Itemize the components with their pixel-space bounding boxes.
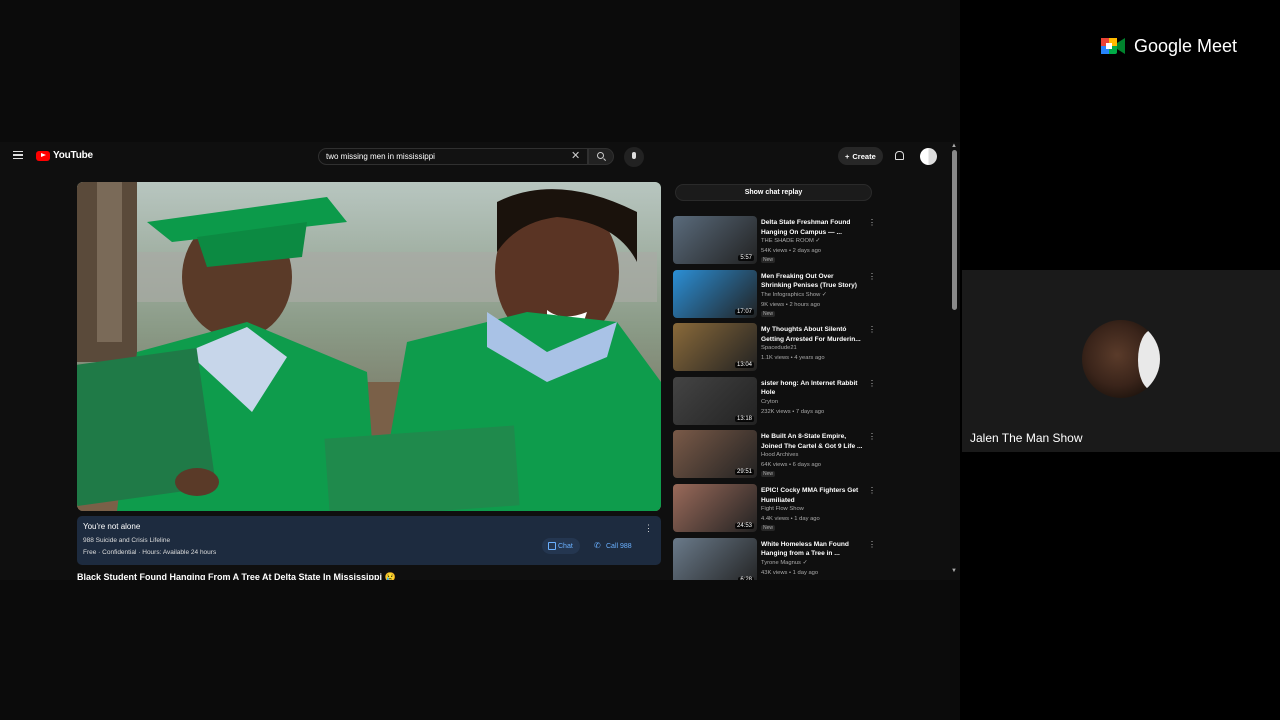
hamburger-menu-icon[interactable] bbox=[13, 151, 23, 159]
recommendation-channel[interactable]: Fight Flow Show bbox=[761, 506, 804, 512]
clear-search-icon[interactable]: ✕ bbox=[571, 150, 580, 162]
recommendation-title[interactable]: My Thoughts About Silentó Getting Arrest… bbox=[761, 325, 863, 344]
new-badge: New bbox=[761, 471, 776, 478]
youtube-play-icon bbox=[36, 150, 50, 161]
recommendation-stats: 9K views • 2 hours ago bbox=[761, 301, 821, 308]
show-chat-replay-button[interactable]: Show chat replay bbox=[675, 184, 872, 201]
create-button[interactable]: + Create bbox=[838, 147, 883, 165]
new-badge: New bbox=[761, 257, 776, 263]
more-actions-icon[interactable]: ⋮ bbox=[868, 325, 876, 334]
search-icon bbox=[597, 152, 604, 159]
recommendation-stats: 54K views • 2 days ago bbox=[761, 248, 822, 254]
recommendation-title[interactable]: White Homeless Man Found Hanging from a … bbox=[761, 540, 863, 559]
video-title: Black Student Found Hanging From A Tree … bbox=[77, 572, 396, 580]
more-actions-icon[interactable]: ⋮ bbox=[868, 218, 876, 227]
recommendation-thumbnail[interactable]: 24:53 bbox=[673, 484, 757, 532]
recommendation-title[interactable]: sister hong: An Internet Rabbit Hole bbox=[761, 379, 863, 398]
recommendation-thumbnail[interactable]: 13:18 bbox=[673, 376, 757, 425]
google-meet-logo: Google Meet bbox=[1100, 35, 1237, 57]
youtube-logo[interactable]: YouTube bbox=[36, 150, 93, 161]
crisis-details: Free · Confidential · Hours: Available 2… bbox=[83, 549, 217, 556]
meet-brand-text: Google Meet bbox=[1134, 35, 1238, 56]
recommendation-thumbnail[interactable]: 17:07 bbox=[673, 269, 757, 318]
crisis-heading: You're not alone bbox=[83, 522, 141, 531]
recommendation-stats: 64K views • 6 days ago bbox=[761, 462, 822, 469]
crisis-chat-button[interactable]: Chat bbox=[542, 538, 580, 554]
video-duration: 6:28 bbox=[738, 576, 754, 580]
more-actions-icon[interactable]: ⋮ bbox=[868, 272, 876, 281]
meet-camera-icon bbox=[1100, 35, 1126, 57]
youtube-logo-text: YouTube bbox=[53, 150, 93, 161]
search-button[interactable] bbox=[588, 148, 614, 165]
account-avatar[interactable] bbox=[920, 148, 937, 165]
recommendation-title[interactable]: Delta State Freshman Found Hanging On Ca… bbox=[761, 218, 863, 237]
recommendation-item[interactable]: 13:04 My Thoughts About Silentó Getting A… bbox=[673, 323, 876, 373]
recommendation-stats: 4.4K views • 1 day ago bbox=[761, 516, 820, 522]
crisis-lifeline-link[interactable]: 988 Suicide and Crisis Lifeline bbox=[83, 537, 170, 544]
recommendation-item[interactable]: 24:53 EPIC! Cocky MMA Fighters Get Humili… bbox=[673, 484, 876, 534]
scrollbar-thumb[interactable] bbox=[952, 150, 957, 310]
recommendation-thumbnail[interactable]: 13:04 bbox=[673, 323, 757, 372]
participant-name: Jalen The Man Show bbox=[970, 431, 1083, 445]
video-duration: 24:53 bbox=[734, 523, 754, 529]
scroll-down-arrow-icon[interactable]: ▼ bbox=[951, 568, 957, 574]
recommendation-thumbnail[interactable]: 29:51 bbox=[673, 430, 757, 479]
recommendation-item[interactable]: 17:07 Men Freaking Out Over Shrinking Pen… bbox=[673, 269, 876, 320]
recommendation-thumbnail[interactable]: 6:28 bbox=[673, 537, 757, 580]
notifications-bell-icon[interactable] bbox=[895, 151, 904, 160]
recommendation-title[interactable]: Men Freaking Out Over Shrinking Penises … bbox=[761, 272, 863, 291]
video-player[interactable] bbox=[77, 182, 661, 511]
recommendation-item[interactable]: 29:51 He Built An 8-State Empire, Joined … bbox=[673, 430, 876, 480]
video-duration: 29:51 bbox=[734, 469, 754, 476]
video-frame-graduates bbox=[77, 182, 661, 511]
recommendation-channel[interactable]: Cryton bbox=[761, 399, 778, 405]
create-label: Create bbox=[852, 151, 876, 161]
plus-icon: + bbox=[845, 151, 850, 161]
recommendation-stats: 1.1K views • 4 years ago bbox=[761, 355, 825, 362]
recommendation-channel[interactable]: THE SHADE ROOM ✓ bbox=[761, 238, 820, 244]
video-duration: 5:57 bbox=[738, 255, 754, 261]
new-badge: New bbox=[761, 525, 776, 531]
crisis-info-panel: You're not alone 988 Suicide and Crisis … bbox=[77, 516, 661, 565]
recommendation-title[interactable]: EPIC! Cocky MMA Fighters Get Humiliated bbox=[761, 486, 863, 505]
voice-search-mic-icon[interactable] bbox=[624, 147, 644, 167]
more-actions-icon[interactable]: ⋮ bbox=[868, 540, 876, 549]
video-duration: 17:07 bbox=[734, 308, 754, 315]
scroll-up-arrow-icon[interactable]: ▲ bbox=[951, 143, 957, 149]
recommendation-channel[interactable]: Hood Archives bbox=[761, 452, 798, 458]
shared-screen-youtube: YouTube two missing men in mississippi ✕… bbox=[0, 142, 960, 580]
recommendation-channel[interactable]: The Infographics Show ✓ bbox=[761, 292, 827, 298]
more-actions-icon[interactable]: ⋮ bbox=[868, 379, 876, 388]
crisis-call-button[interactable]: Call 988 bbox=[594, 538, 632, 554]
participant-video bbox=[1082, 320, 1160, 398]
crisis-more-icon[interactable]: ⋮ bbox=[644, 523, 653, 534]
recommendation-channel[interactable]: Tyrone Magnus ✓ bbox=[761, 560, 807, 566]
recommendation-item[interactable]: 6:28 White Homeless Man Found Hanging fro… bbox=[673, 537, 876, 580]
recommendation-item[interactable]: 5:57 Delta State Freshman Found Hanging O… bbox=[673, 216, 876, 266]
recommendation-thumbnail[interactable]: 5:57 bbox=[673, 216, 757, 264]
recommendation-channel[interactable]: Spacedude21 bbox=[761, 345, 797, 351]
recommendation-stats: 43K views • 1 day ago bbox=[761, 569, 819, 576]
recommendation-stats: 232K views • 7 days ago bbox=[761, 408, 825, 415]
recommendation-title[interactable]: He Built An 8-State Empire, Joined The C… bbox=[761, 432, 863, 451]
recommendation-item[interactable]: 13:18 sister hong: An Internet Rabbit Hol… bbox=[673, 376, 876, 427]
more-actions-icon[interactable]: ⋮ bbox=[868, 432, 876, 441]
more-actions-icon[interactable]: ⋮ bbox=[868, 486, 876, 495]
youtube-header: YouTube two missing men in mississippi ✕… bbox=[0, 142, 960, 170]
video-duration: 13:04 bbox=[734, 362, 754, 369]
new-badge: New bbox=[761, 310, 776, 317]
video-duration: 13:18 bbox=[734, 415, 754, 422]
search-input[interactable]: two missing men in mississippi bbox=[318, 148, 588, 165]
